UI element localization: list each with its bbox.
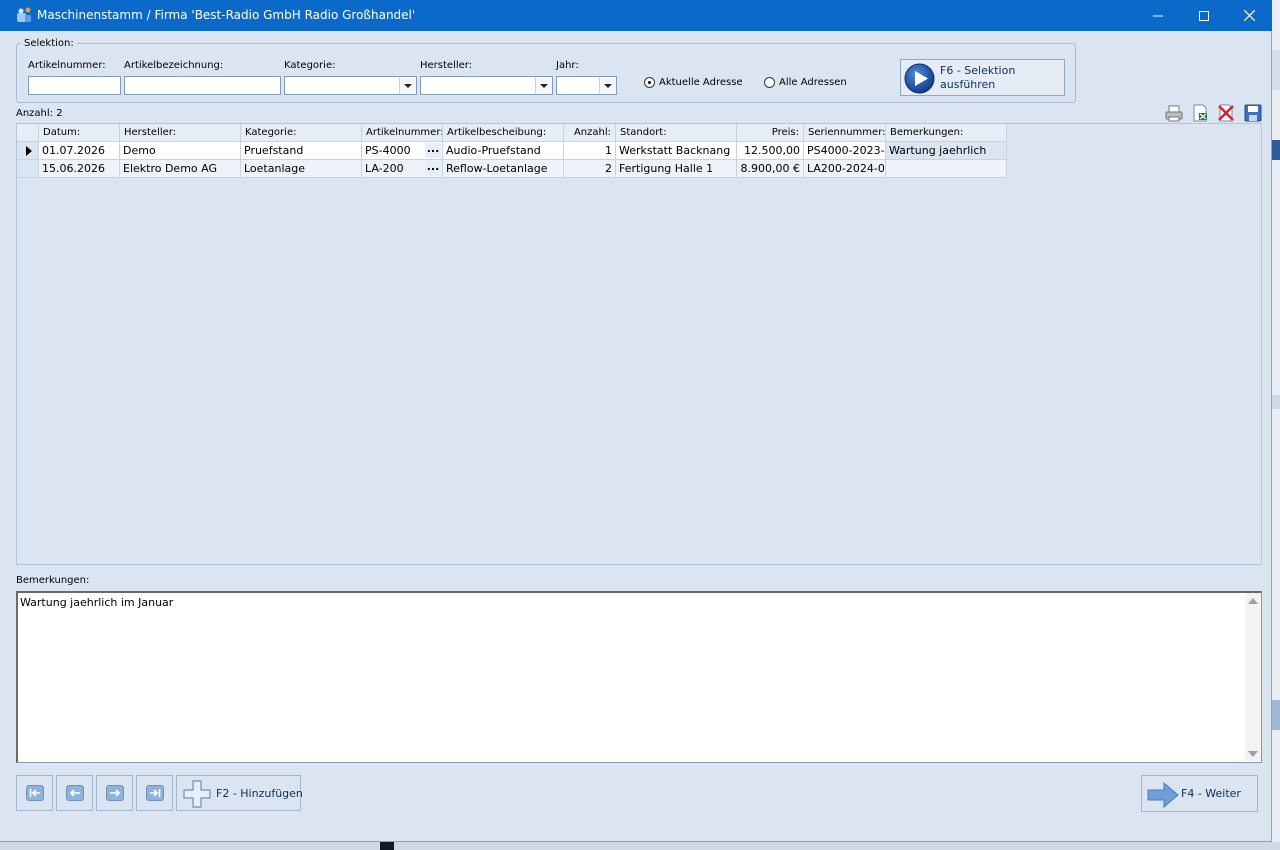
cell-preis[interactable]: 8.900,00 € <box>737 160 804 178</box>
play-icon <box>904 63 935 94</box>
last-record-button[interactable] <box>136 775 173 811</box>
cell-bemerkungen[interactable]: Wartung jaehrlich <box>886 142 1007 160</box>
col-header-preis[interactable]: Preis: <box>737 124 804 142</box>
cell-kategorie[interactable]: Loetanlage <box>241 160 362 178</box>
cell-kategorie[interactable]: Pruefstand <box>241 142 362 160</box>
kategorie-dropdown[interactable] <box>284 76 417 95</box>
scroll-up-icon[interactable] <box>1248 598 1258 604</box>
minimize-icon <box>1153 15 1163 16</box>
delete-icon[interactable] <box>1216 103 1236 123</box>
excel-export-icon[interactable] <box>1190 103 1210 123</box>
radio-current-address-label: Aktuelle Adresse <box>659 77 743 88</box>
chevron-down-icon[interactable] <box>399 77 416 94</box>
cell-hersteller[interactable]: Demo <box>120 142 241 160</box>
cell-artikelbeschreibung[interactable]: Audio-Pruefstand <box>443 142 564 160</box>
selection-legend: Selektion: <box>24 38 74 49</box>
maximize-button[interactable] <box>1181 0 1227 31</box>
col-header-kategorie[interactable]: Kategorie: <box>241 124 362 142</box>
artikelbezeichnung-input[interactable] <box>124 76 281 95</box>
current-row-pointer-icon <box>26 146 32 156</box>
radio-current-address[interactable]: Aktuelle Adresse <box>644 77 743 88</box>
col-header-standort[interactable]: Standort: <box>616 124 737 142</box>
plus-icon <box>183 780 211 808</box>
add-button[interactable]: F2 - Hinzufügen <box>176 775 303 811</box>
window-title: Maschinenstamm / Firma 'Best-Radio GmbH … <box>37 8 416 22</box>
cell-artikelnummer-text: LA-200 <box>365 162 404 175</box>
main-window: Maschinenstamm / Firma 'Best-Radio GmbH … <box>0 0 1272 842</box>
next-record-icon <box>109 789 120 797</box>
radio-unselected-icon[interactable] <box>764 77 775 88</box>
cell-anzahl[interactable]: 2 <box>564 160 616 178</box>
add-button-label: F2 - Hinzufügen <box>216 787 303 800</box>
artikel-lookup-button[interactable]: ... <box>425 143 441 158</box>
remarks-text: Wartung jaehrlich im Januar <box>20 596 174 609</box>
cell-artikelnummer-text: PS-4000 <box>365 144 411 157</box>
close-icon <box>1243 10 1255 21</box>
col-header-artikelnummer[interactable]: Artikelnummer: <box>362 124 443 142</box>
cell-preis[interactable]: 12.500,00 <box>737 142 804 160</box>
first-record-icon <box>29 789 40 797</box>
save-icon[interactable] <box>1243 103 1263 123</box>
col-header-seriennummer[interactable]: Seriennummer: <box>804 124 886 142</box>
desktop-background-bottom <box>0 842 1280 850</box>
artikel-lookup-button[interactable]: ... <box>425 161 441 176</box>
chevron-down-icon[interactable] <box>535 77 552 94</box>
col-header-datum[interactable]: Datum: <box>39 124 120 142</box>
minimize-button[interactable] <box>1135 0 1181 31</box>
cell-datum[interactable]: 15.06.2026 <box>39 160 120 178</box>
previous-record-icon <box>69 789 80 797</box>
cell-artikelnummer[interactable]: LA-200 ... <box>362 160 443 178</box>
scroll-down-icon[interactable] <box>1248 751 1258 757</box>
data-grid[interactable]: Datum: Hersteller: Kategorie: Artikelnum… <box>16 123 1262 565</box>
last-record-icon <box>149 789 160 797</box>
cell-seriennummer[interactable]: LA200-2024-0 <box>804 160 886 178</box>
remarks-scrollbar[interactable] <box>1245 593 1261 761</box>
jahr-label: Jahr: <box>556 60 579 71</box>
remarks-textarea[interactable]: Wartung jaehrlich im Januar <box>16 591 1262 763</box>
radio-all-addresses[interactable]: Alle Adressen <box>764 77 847 88</box>
col-header-hersteller[interactable]: Hersteller: <box>120 124 241 142</box>
row-header[interactable] <box>17 142 39 160</box>
hersteller-dropdown[interactable] <box>420 76 553 95</box>
cell-seriennummer[interactable]: PS4000-2023- <box>804 142 886 160</box>
chevron-down-icon[interactable] <box>599 77 616 94</box>
col-header-anzahl[interactable]: Anzahl: <box>564 124 616 142</box>
radio-selected-icon[interactable] <box>644 77 655 88</box>
continue-button[interactable]: F4 - Weiter <box>1141 775 1258 812</box>
title-bar[interactable]: Maschinenstamm / Firma 'Best-Radio GmbH … <box>0 0 1272 31</box>
artikelnummer-label: Artikelnummer: <box>28 60 106 71</box>
cell-standort[interactable]: Werkstatt Backnang <box>616 142 737 160</box>
col-header-artikelbeschreibung[interactable]: Artikelbescheibung: <box>443 124 564 142</box>
kategorie-label: Kategorie: <box>284 60 336 71</box>
remarks-label: Bemerkungen: <box>16 575 90 586</box>
cell-artikelnummer[interactable]: PS-4000 ... <box>362 142 443 160</box>
hersteller-label: Hersteller: <box>420 60 473 71</box>
first-record-button[interactable] <box>16 775 53 811</box>
cell-standort[interactable]: Fertigung Halle 1 <box>616 160 737 178</box>
run-selection-label: F6 - Selektion ausführen <box>940 64 1016 91</box>
arrow-right-icon <box>1147 782 1179 808</box>
col-header-bemerkungen[interactable]: Bemerkungen: <box>886 124 1007 142</box>
cell-artikelbeschreibung[interactable]: Reflow-Loetanlage <box>443 160 564 178</box>
cell-datum[interactable]: 01.07.2026 <box>39 142 120 160</box>
row-header[interactable] <box>17 160 39 178</box>
radio-all-addresses-label: Alle Adressen <box>779 77 847 88</box>
cell-anzahl[interactable]: 1 <box>564 142 616 160</box>
continue-button-label: F4 - Weiter <box>1181 787 1241 800</box>
cell-hersteller[interactable]: Elektro Demo AG <box>120 160 241 178</box>
next-record-button[interactable] <box>96 775 133 811</box>
row-header-corner <box>17 124 39 142</box>
artikelbezeichnung-label: Artikelbezeichnung: <box>124 60 224 71</box>
close-button[interactable] <box>1226 0 1272 31</box>
printer-icon[interactable] <box>1164 103 1184 123</box>
jahr-dropdown[interactable] <box>556 76 617 95</box>
record-count: Anzahl: 2 <box>16 108 63 119</box>
previous-record-button[interactable] <box>56 775 93 811</box>
run-selection-button[interactable]: F6 - Selektion ausführen <box>900 59 1065 96</box>
maximize-icon <box>1199 10 1209 21</box>
desktop-background-right <box>1272 0 1280 850</box>
cell-bemerkungen[interactable] <box>886 160 1007 178</box>
artikelnummer-input[interactable] <box>28 76 121 95</box>
app-icon <box>17 7 31 22</box>
